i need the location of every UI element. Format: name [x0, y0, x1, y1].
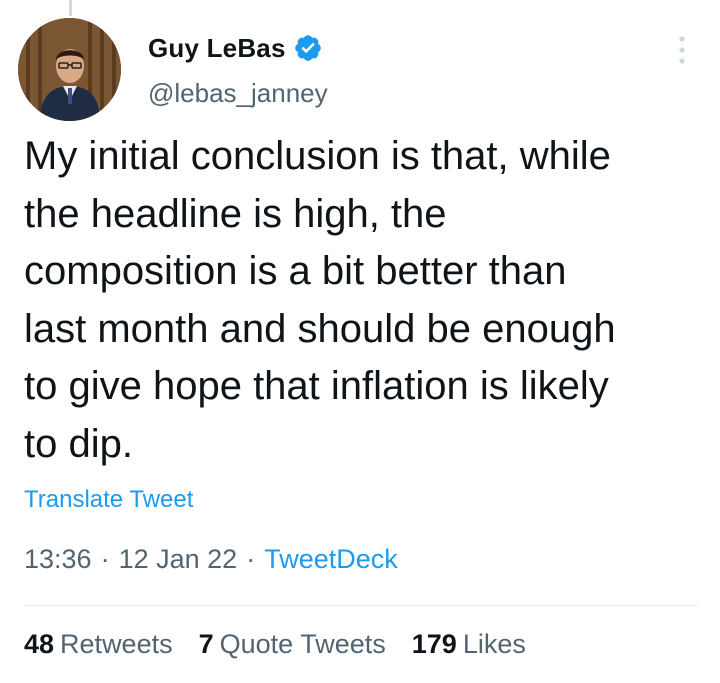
- retweets-label: Retweets: [60, 629, 173, 659]
- likes-stat[interactable]: 179 Likes: [412, 629, 526, 660]
- verified-badge-icon: [294, 35, 321, 61]
- tweet-time[interactable]: 13:36: [24, 544, 92, 575]
- likes-label: Likes: [462, 629, 526, 659]
- author-name-row[interactable]: Guy LeBas: [148, 32, 323, 64]
- tweet-source-link[interactable]: TweetDeck: [264, 544, 398, 575]
- author-display-name[interactable]: Guy LeBas: [148, 33, 286, 64]
- avatar-photo: [18, 18, 121, 121]
- quote-tweets-count: 7: [198, 629, 214, 659]
- quote-tweets-stat[interactable]: 7 Quote Tweets: [199, 629, 386, 660]
- quote-tweets-label: Quote Tweets: [219, 629, 386, 659]
- meta-separator: ·: [246, 544, 256, 574]
- translate-tweet-link[interactable]: Translate Tweet: [24, 486, 193, 514]
- tweet-stats: 48 Retweets 7 Quote Tweets 179 Likes: [24, 629, 552, 660]
- more-options-icon[interactable]: [672, 33, 692, 67]
- author-handle[interactable]: @lebas_janney: [148, 78, 328, 109]
- retweets-stat[interactable]: 48 Retweets: [24, 629, 173, 660]
- meta-separator: ·: [100, 544, 110, 574]
- thread-connector-line: [69, 0, 72, 16]
- tweet-date[interactable]: 12 Jan 22: [119, 544, 238, 575]
- divider: [24, 605, 698, 606]
- tweet-text: My initial conclusion is that, while the…: [24, 134, 616, 466]
- retweets-count: 48: [24, 629, 55, 659]
- tweet-metadata: 13:36 · 12 Jan 22 · TweetDeck: [24, 544, 398, 575]
- avatar[interactable]: [18, 18, 121, 121]
- likes-count: 179: [411, 629, 457, 659]
